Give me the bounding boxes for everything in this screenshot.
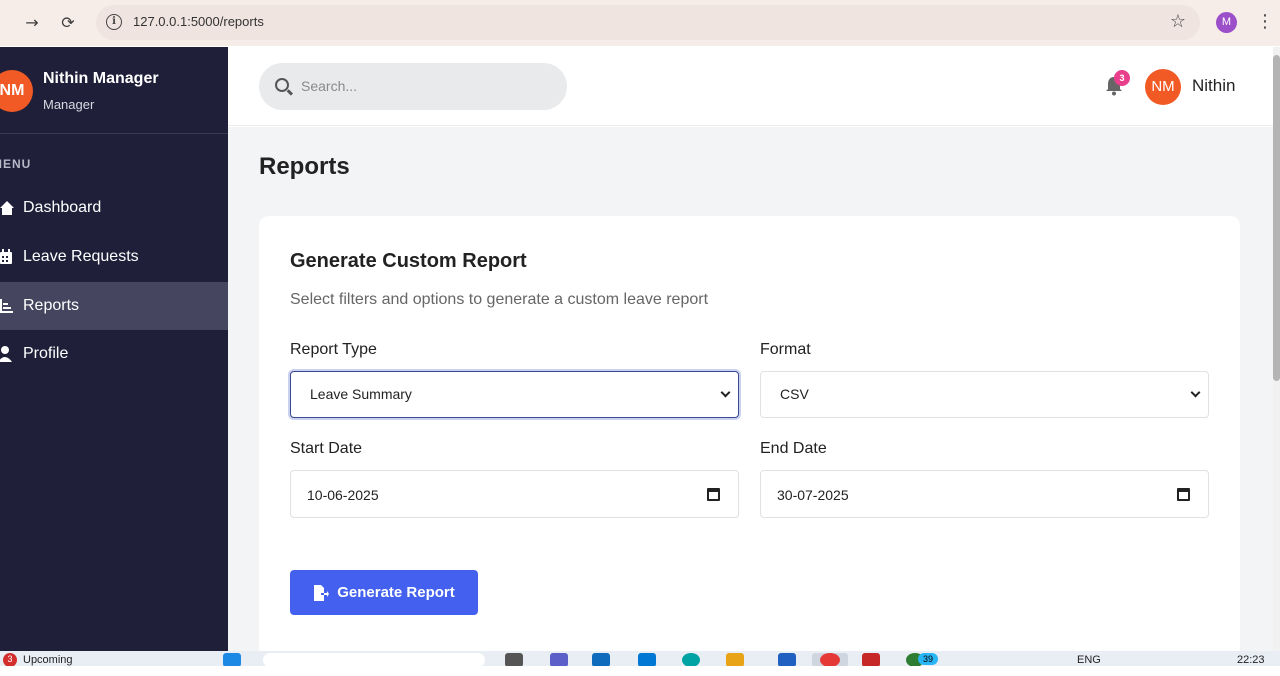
taskbar-app-icon[interactable]	[726, 653, 744, 666]
search-bar[interactable]	[259, 63, 567, 110]
generate-report-button[interactable]: Generate Report	[290, 570, 478, 615]
windows-start-icon[interactable]	[223, 653, 241, 666]
taskbar-search-box[interactable]	[263, 653, 485, 666]
start-date-input[interactable]: 10-06-2025	[290, 470, 739, 518]
calendar-icon[interactable]	[707, 488, 720, 501]
format-value: CSV	[780, 386, 809, 402]
notification-count-badge: 3	[1114, 70, 1130, 86]
sidebar-menu-heading: MENU	[0, 157, 32, 171]
sidebar-avatar: NM	[0, 70, 33, 112]
clock-time[interactable]: 22:23	[1237, 654, 1265, 666]
reload-icon[interactable]: ⟳	[56, 10, 80, 34]
language-indicator[interactable]: ENG	[1077, 654, 1101, 666]
browser-toolbar: → ⟳ i 127.0.0.1:5000/reports ☆ M ⋮	[0, 0, 1280, 46]
taskbar-app-icon[interactable]	[682, 653, 700, 666]
taskbar-app-icon[interactable]	[862, 653, 880, 666]
scrollbar-thumb[interactable]	[1273, 55, 1280, 381]
taskbar-app-icon[interactable]	[638, 653, 656, 666]
bookmark-star-icon[interactable]: ☆	[1170, 11, 1186, 32]
home-icon	[0, 201, 14, 215]
report-type-select[interactable]: Leave Summary	[290, 371, 739, 418]
url-text[interactable]: 127.0.0.1:5000/reports	[133, 14, 264, 29]
user-icon	[0, 346, 12, 362]
sidebar-item-label: Leave Requests	[23, 248, 139, 265]
os-taskbar: 3 Upcoming 39 ENG 22:23	[0, 651, 1280, 666]
start-date-label: Start Date	[290, 440, 363, 457]
site-info-icon[interactable]: i	[106, 14, 122, 30]
search-icon	[275, 78, 289, 92]
page-scrollbar[interactable]	[1273, 47, 1280, 651]
end-date-input[interactable]: 30-07-2025	[760, 470, 1209, 518]
header-avatar[interactable]: NM	[1145, 69, 1181, 105]
chevron-down-icon	[720, 387, 731, 398]
file-export-icon	[314, 584, 330, 601]
taskbar-app-icon[interactable]	[550, 653, 568, 666]
page-title: Reports	[259, 153, 350, 180]
format-select[interactable]: CSV	[760, 371, 1209, 418]
sidebar-user-name: Nithin Manager	[43, 70, 159, 87]
search-input[interactable]	[301, 75, 551, 97]
taskbar-app-icon[interactable]	[820, 653, 840, 666]
end-date-label: End Date	[760, 440, 827, 457]
chevron-down-icon	[1190, 387, 1201, 398]
browser-profile-avatar[interactable]: M	[1216, 12, 1237, 33]
sidebar-item-dashboard[interactable]: Dashboard	[0, 184, 228, 232]
weather-badge: 3	[3, 653, 17, 666]
top-header: 3 NM Nithin	[228, 47, 1273, 126]
taskbar-app-icon[interactable]	[505, 653, 523, 666]
calendar-icon[interactable]	[1177, 488, 1190, 501]
taskbar-app-badge: 39	[918, 653, 938, 665]
report-type-label: Report Type	[290, 341, 377, 358]
browser-menu-icon[interactable]: ⋮	[1256, 10, 1274, 34]
taskbar-app-icon[interactable]	[778, 653, 796, 666]
calendar-icon	[0, 249, 12, 264]
header-user-name[interactable]: Nithin	[1192, 76, 1235, 96]
card-title: Generate Custom Report	[290, 250, 527, 272]
sidebar-item-label: Reports	[23, 297, 80, 314]
address-bar[interactable]: i 127.0.0.1:5000/reports ☆	[96, 5, 1200, 40]
weather-text[interactable]: Upcoming	[23, 654, 73, 666]
generate-report-label: Generate Report	[337, 584, 455, 601]
sidebar-item-leave-requests[interactable]: Leave Requests	[0, 233, 228, 281]
end-date-value: 30-07-2025	[777, 487, 849, 503]
forward-icon[interactable]: →	[20, 10, 44, 34]
custom-report-card: Generate Custom Report Select filters an…	[259, 216, 1240, 676]
card-subtitle: Select filters and options to generate a…	[290, 291, 709, 308]
sidebar-item-reports[interactable]: Reports	[0, 282, 228, 330]
format-label: Format	[760, 341, 811, 358]
sidebar-user-role: Manager	[43, 97, 95, 112]
report-icon	[0, 299, 13, 313]
report-type-value: Leave Summary	[310, 386, 412, 402]
sidebar: NM Nithin Manager Manager MENU Dashboard…	[0, 47, 228, 651]
sidebar-divider	[0, 133, 228, 134]
sidebar-item-label: Dashboard	[23, 199, 102, 216]
start-date-value: 10-06-2025	[307, 487, 379, 503]
main-content: Reports Generate Custom Report Select fi…	[228, 127, 1273, 676]
sidebar-item-profile[interactable]: Profile	[0, 330, 228, 378]
taskbar-app-icon[interactable]	[592, 653, 610, 666]
sidebar-item-label: Profile	[23, 345, 69, 362]
